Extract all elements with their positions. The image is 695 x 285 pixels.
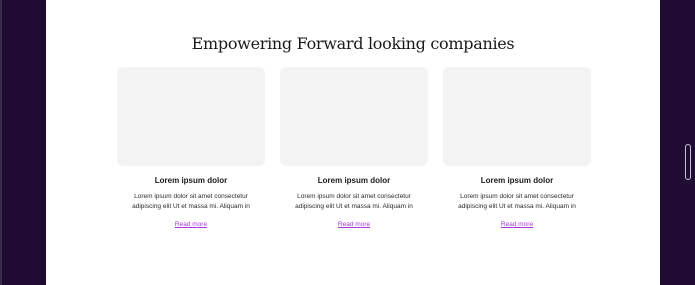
- card-image-placeholder: [443, 67, 591, 166]
- card-description: Lorem ipsum dolor sit amet consectetur a…: [132, 193, 250, 210]
- read-more-link[interactable]: Read more: [175, 220, 207, 229]
- card-grid: Lorem ipsum dolor Lorem ipsum dolor sit …: [117, 67, 591, 229]
- read-more-link[interactable]: Read more: [338, 220, 370, 229]
- feature-card: Lorem ipsum dolor Lorem ipsum dolor sit …: [280, 67, 428, 229]
- card-image-placeholder: [280, 67, 428, 166]
- card-title: Lorem ipsum dolor: [317, 176, 391, 185]
- card-description: Lorem ipsum dolor sit amet consectetur a…: [458, 193, 576, 210]
- card-title: Lorem ipsum dolor: [154, 176, 228, 185]
- card-image-placeholder: [117, 67, 265, 166]
- page-stage: Empowering Forward looking companies Lor…: [0, 0, 695, 285]
- feature-card: Lorem ipsum dolor Lorem ipsum dolor sit …: [117, 67, 265, 229]
- left-edge-strip: [0, 0, 2, 285]
- card-title: Lorem ipsum dolor: [480, 176, 554, 185]
- section-title: Empowering Forward looking companies: [191, 34, 515, 53]
- read-more-link[interactable]: Read more: [501, 220, 533, 229]
- card-description: Lorem ipsum dolor sit amet consectetur a…: [295, 193, 413, 210]
- feature-card: Lorem ipsum dolor Lorem ipsum dolor sit …: [443, 67, 591, 229]
- content-panel: Empowering Forward looking companies Lor…: [46, 0, 660, 285]
- scrollbar-handle[interactable]: [685, 144, 691, 180]
